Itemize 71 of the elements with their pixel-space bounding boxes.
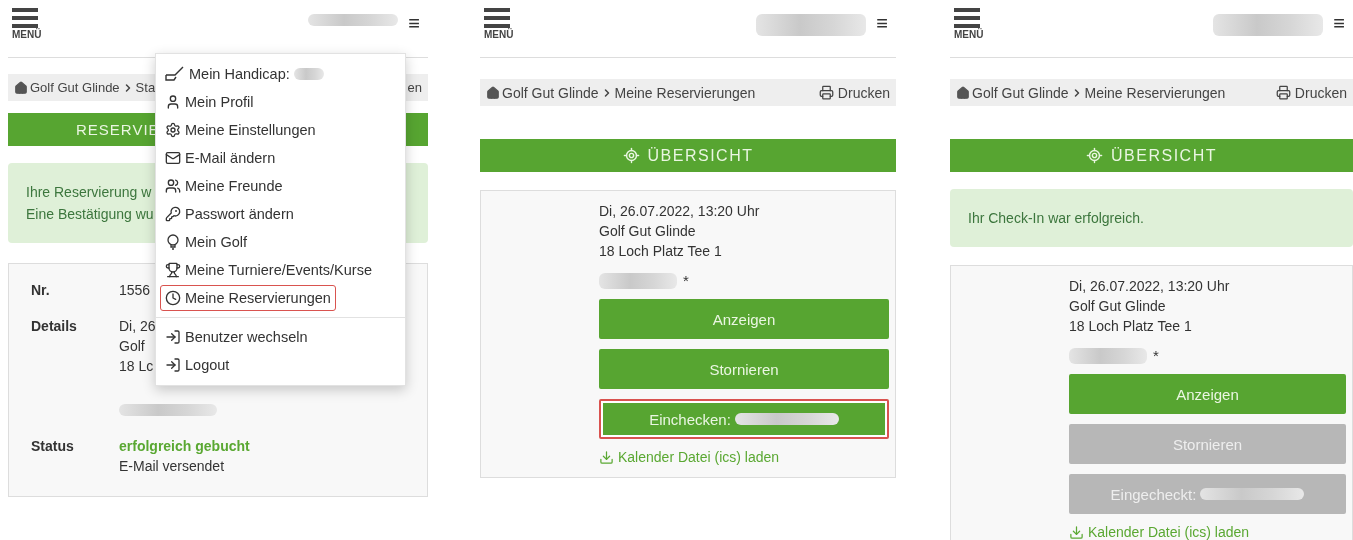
- menu-item[interactable]: Mein Golf: [160, 229, 253, 255]
- breadcrumb-current: Meine Reservierungen: [1084, 84, 1226, 101]
- gears-icon: [165, 122, 181, 138]
- detail-label: Nr.: [31, 281, 51, 300]
- menu-item[interactable]: Meine Freunde: [160, 173, 288, 199]
- menu-button[interactable]: MENÜ: [954, 8, 984, 40]
- menu-item[interactable]: Mein Profil: [160, 89, 259, 115]
- target-icon: [1086, 147, 1103, 164]
- detail-text: Di, 26.07.2022, 13:20 Uhr: [599, 202, 760, 221]
- menu-item[interactable]: Mein Handicap:: [160, 61, 329, 87]
- breadcrumb-current: Sta: [135, 80, 156, 95]
- menu-item[interactable]: Meine Reservierungen: [160, 285, 336, 311]
- detail-text: Golf: [119, 337, 145, 356]
- user-menu-button[interactable]: ≡: [408, 14, 420, 32]
- envelope-icon: [165, 150, 181, 166]
- menu-item[interactable]: Meine Einstellungen: [160, 117, 321, 143]
- asterisk-text: *: [1153, 346, 1159, 366]
- printer-icon: [818, 85, 834, 100]
- detail-text: 18 Lc: [119, 357, 154, 376]
- print-link[interactable]: Drucken: [818, 84, 890, 101]
- user-menu-button[interactable]: ≡: [876, 14, 888, 32]
- menu-item[interactable]: E-Mail ändern: [160, 145, 281, 171]
- user-icon: [165, 94, 181, 110]
- clock-icon: [165, 290, 181, 306]
- alert-text: Eine Bestätigung wu: [26, 205, 154, 224]
- hamburger-icon: [484, 8, 510, 28]
- section-header: ÜBERSICHT: [480, 139, 896, 172]
- alert-text: Ihr Check-In war erfolgreich.: [968, 209, 1144, 228]
- menu-item[interactable]: Benutzer wechseln: [160, 324, 313, 350]
- menu-item[interactable]: Passwort ändern: [160, 201, 299, 227]
- home-icon: [14, 80, 28, 95]
- section-header: ÜBERSICHT: [950, 139, 1353, 172]
- breadcrumb-current: Meine Reservierungen: [614, 84, 756, 101]
- detail-label: Status: [31, 437, 75, 456]
- breadcrumb-link[interactable]: Golf Gut Glinde: [30, 80, 120, 95]
- breadcrumb-text: en: [407, 80, 422, 95]
- detail-text: Di, 26.07.2022, 13:20 Uhr: [1069, 277, 1230, 296]
- user-menu-button[interactable]: ≡: [1333, 14, 1345, 32]
- menu-item[interactable]: Logout: [160, 352, 235, 378]
- print-link[interactable]: Drucken: [1275, 84, 1347, 101]
- hamburger-icon: [954, 8, 980, 28]
- detail-text: 18 Loch Platz Tee 1: [599, 242, 722, 261]
- breadcrumb-link[interactable]: Golf Gut Glinde: [502, 84, 599, 101]
- menu-item[interactable]: Meine Turniere/Events/Kurse: [160, 257, 377, 283]
- sign-in-icon: [165, 357, 181, 373]
- menu-button[interactable]: MENÜ: [484, 8, 514, 40]
- golf-club-icon: [165, 66, 185, 82]
- menu-button[interactable]: MENÜ: [12, 8, 42, 40]
- hamburger-icon: [12, 8, 38, 28]
- detail-text: Golf Gut Glinde: [599, 222, 696, 241]
- detail-text: 1556: [119, 281, 151, 300]
- target-icon: [622, 147, 640, 164]
- home-icon: [956, 85, 970, 100]
- download-icon: [599, 449, 614, 465]
- detail-text: 18 Loch Platz Tee 1: [1069, 317, 1192, 336]
- group-icon: [165, 178, 181, 194]
- status-text: erfolgreich gebucht: [119, 437, 250, 456]
- sign-in-icon: [165, 329, 181, 345]
- download-icon: [1069, 524, 1084, 540]
- detail-text: Di, 26: [119, 317, 156, 336]
- asterisk-text: *: [683, 271, 689, 291]
- detail-text: E-Mail versendet: [119, 457, 225, 476]
- detail-label: Details: [31, 317, 78, 336]
- key-icon: [165, 206, 181, 222]
- printer-icon: [1275, 85, 1291, 100]
- golf-ball-icon: [165, 234, 181, 250]
- trophy-icon: [165, 262, 181, 278]
- breadcrumb-link[interactable]: Golf Gut Glinde: [972, 84, 1069, 101]
- alert-text: Ihre Reservierung w: [26, 183, 152, 202]
- home-icon: [486, 85, 500, 100]
- detail-text: Golf Gut Glinde: [1069, 297, 1166, 316]
